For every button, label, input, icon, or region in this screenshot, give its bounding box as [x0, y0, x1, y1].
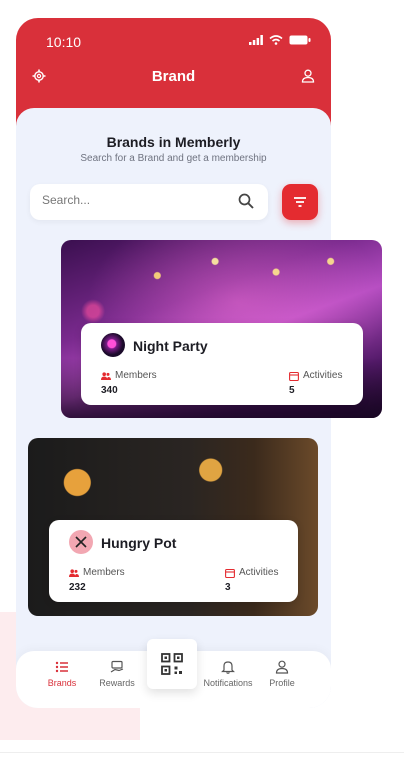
members-label-text: Members: [83, 567, 125, 578]
reward-icon: [110, 660, 124, 673]
section-title: Brands in Memberly: [106, 134, 241, 150]
filter-icon: [294, 197, 306, 207]
user-icon[interactable]: [301, 69, 315, 88]
bell-icon: [221, 661, 235, 674]
activities-label: Activities: [225, 567, 278, 578]
nav-label-profile: Profile: [269, 678, 295, 688]
cutlery-icon: [75, 536, 87, 548]
wifi-icon: [269, 35, 283, 45]
nav-label-notifications: Notifications: [203, 678, 253, 688]
members-count: 340: [101, 385, 118, 396]
filter-button[interactable]: [282, 184, 318, 220]
calendar-icon: [225, 568, 235, 578]
members-icon: [69, 568, 79, 577]
search-box: [30, 184, 268, 220]
activities-count: 3: [225, 582, 231, 593]
qr-scan-button[interactable]: [147, 639, 197, 689]
status-time: 10:10: [46, 34, 82, 50]
nav-item-profile[interactable]: Profile: [252, 660, 312, 688]
divider: [0, 752, 404, 753]
signal-icon: [249, 35, 263, 45]
brand-card-night-party[interactable]: Night Party Members 340 Activities 5: [81, 323, 363, 405]
search-input[interactable]: [42, 193, 222, 207]
battery-icon: [289, 35, 311, 45]
activities-count: 5: [289, 385, 295, 396]
section-subtitle: Search for a Brand and get a membership: [80, 153, 267, 164]
bottom-navigation: Brands Rewards Notifications Profile: [16, 639, 331, 708]
nav-item-rewards[interactable]: Rewards: [87, 660, 147, 688]
brand-name: Hungry Pot: [101, 535, 177, 551]
user-icon: [275, 660, 289, 674]
search-icon[interactable]: [238, 193, 254, 214]
brand-name: Night Party: [133, 338, 208, 354]
list-icon: [55, 661, 68, 673]
nav-label-brands: Brands: [47, 678, 77, 688]
activities-label: Activities: [289, 370, 342, 381]
members-icon: [101, 371, 111, 380]
brand-avatar: [101, 333, 125, 357]
activities-label-text: Activities: [239, 567, 279, 578]
page-title: Brand: [151, 68, 196, 85]
activities-label-text: Activities: [303, 370, 343, 381]
status-icons: [249, 35, 311, 45]
brand-avatar: [69, 530, 93, 554]
members-label-text: Members: [115, 370, 157, 381]
members-count: 232: [69, 582, 86, 593]
qr-code-icon: [161, 653, 183, 675]
brand-card-hungry-pot[interactable]: Hungry Pot Members 232 Activities 3: [49, 520, 298, 602]
nav-label-rewards: Rewards: [99, 678, 135, 688]
nav-item-notifications[interactable]: Notifications: [198, 660, 258, 688]
members-label: Members: [69, 567, 125, 578]
calendar-icon: [289, 371, 299, 381]
nav-item-brands[interactable]: Brands: [32, 660, 92, 688]
members-label: Members: [101, 370, 157, 381]
